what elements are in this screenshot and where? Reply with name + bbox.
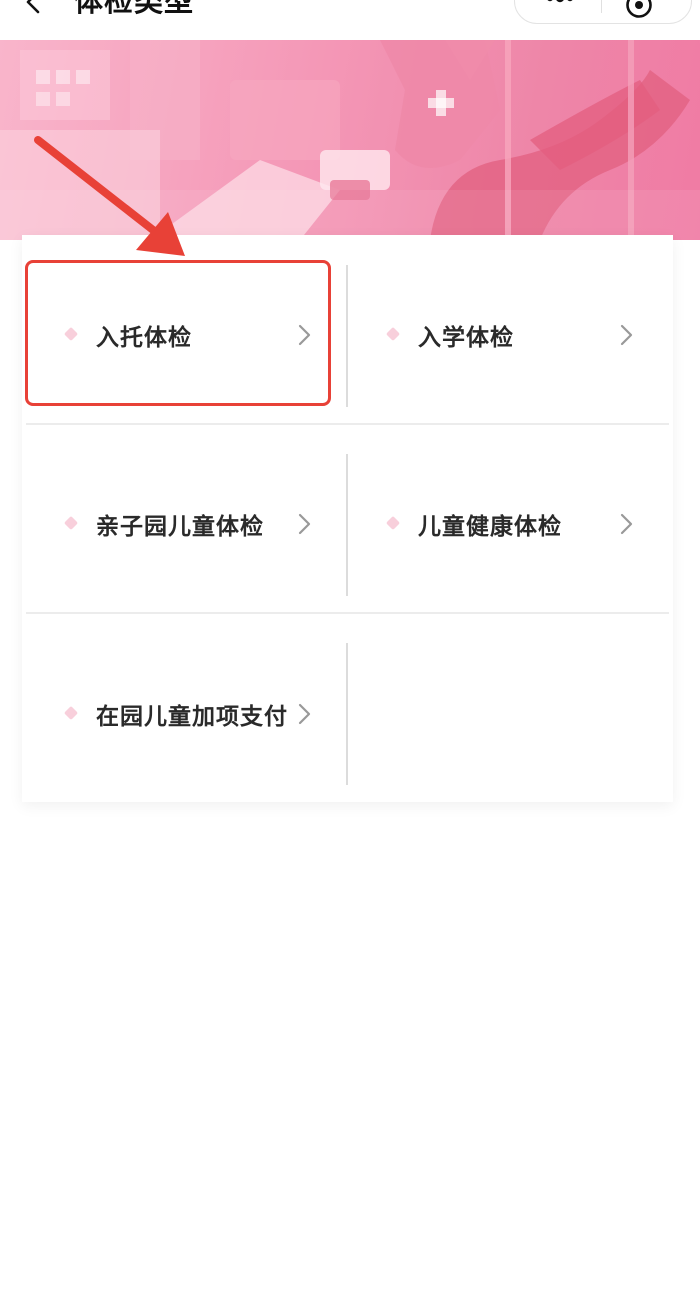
exam-type-item[interactable]: 入托体检 <box>22 240 344 420</box>
page-title: 体检类型 <box>74 0 195 18</box>
exam-type-label: 儿童健康体检 <box>418 514 562 540</box>
row-divider <box>26 423 669 425</box>
exam-type-label: 入学体检 <box>418 325 514 351</box>
row-divider <box>26 612 669 614</box>
diamond-bullet-icon <box>385 326 401 342</box>
diamond-bullet-icon <box>63 515 79 531</box>
chevron-right-icon <box>298 513 311 535</box>
more-dots-icon[interactable] <box>545 0 575 3</box>
chevron-right-icon <box>298 703 311 725</box>
header-banner <box>0 40 700 240</box>
exam-type-item[interactable]: 在园儿童加项支付 <box>22 619 344 799</box>
exam-type-item[interactable]: 儿童健康体检 <box>344 429 666 609</box>
exam-type-item[interactable]: 亲子园儿童体检 <box>22 429 344 609</box>
banner-illustration <box>0 40 700 240</box>
exam-type-label: 亲子园儿童体检 <box>96 514 264 540</box>
nav-bar: 体检类型 <box>0 0 700 40</box>
exam-type-item[interactable]: 入学体检 <box>344 240 666 420</box>
column-divider <box>346 643 348 785</box>
close-circle-icon[interactable] <box>625 0 653 19</box>
exam-type-label: 入托体检 <box>96 325 192 351</box>
mini-program-capsule <box>514 0 692 24</box>
exam-type-grid: 入托体检 入学体检 亲子园儿童体检 儿童健康体检 在园儿童加项支付 <box>22 235 673 802</box>
diamond-bullet-icon <box>63 326 79 342</box>
column-divider <box>346 454 348 596</box>
chevron-right-icon <box>620 513 633 535</box>
chevron-right-icon <box>620 324 633 346</box>
diamond-bullet-icon <box>385 515 401 531</box>
exam-type-label: 在园儿童加项支付 <box>96 704 288 730</box>
capsule-divider <box>601 0 602 13</box>
column-divider <box>346 265 348 407</box>
chevron-right-icon <box>298 324 311 346</box>
back-chevron-icon[interactable] <box>20 0 48 16</box>
diamond-bullet-icon <box>63 705 79 721</box>
